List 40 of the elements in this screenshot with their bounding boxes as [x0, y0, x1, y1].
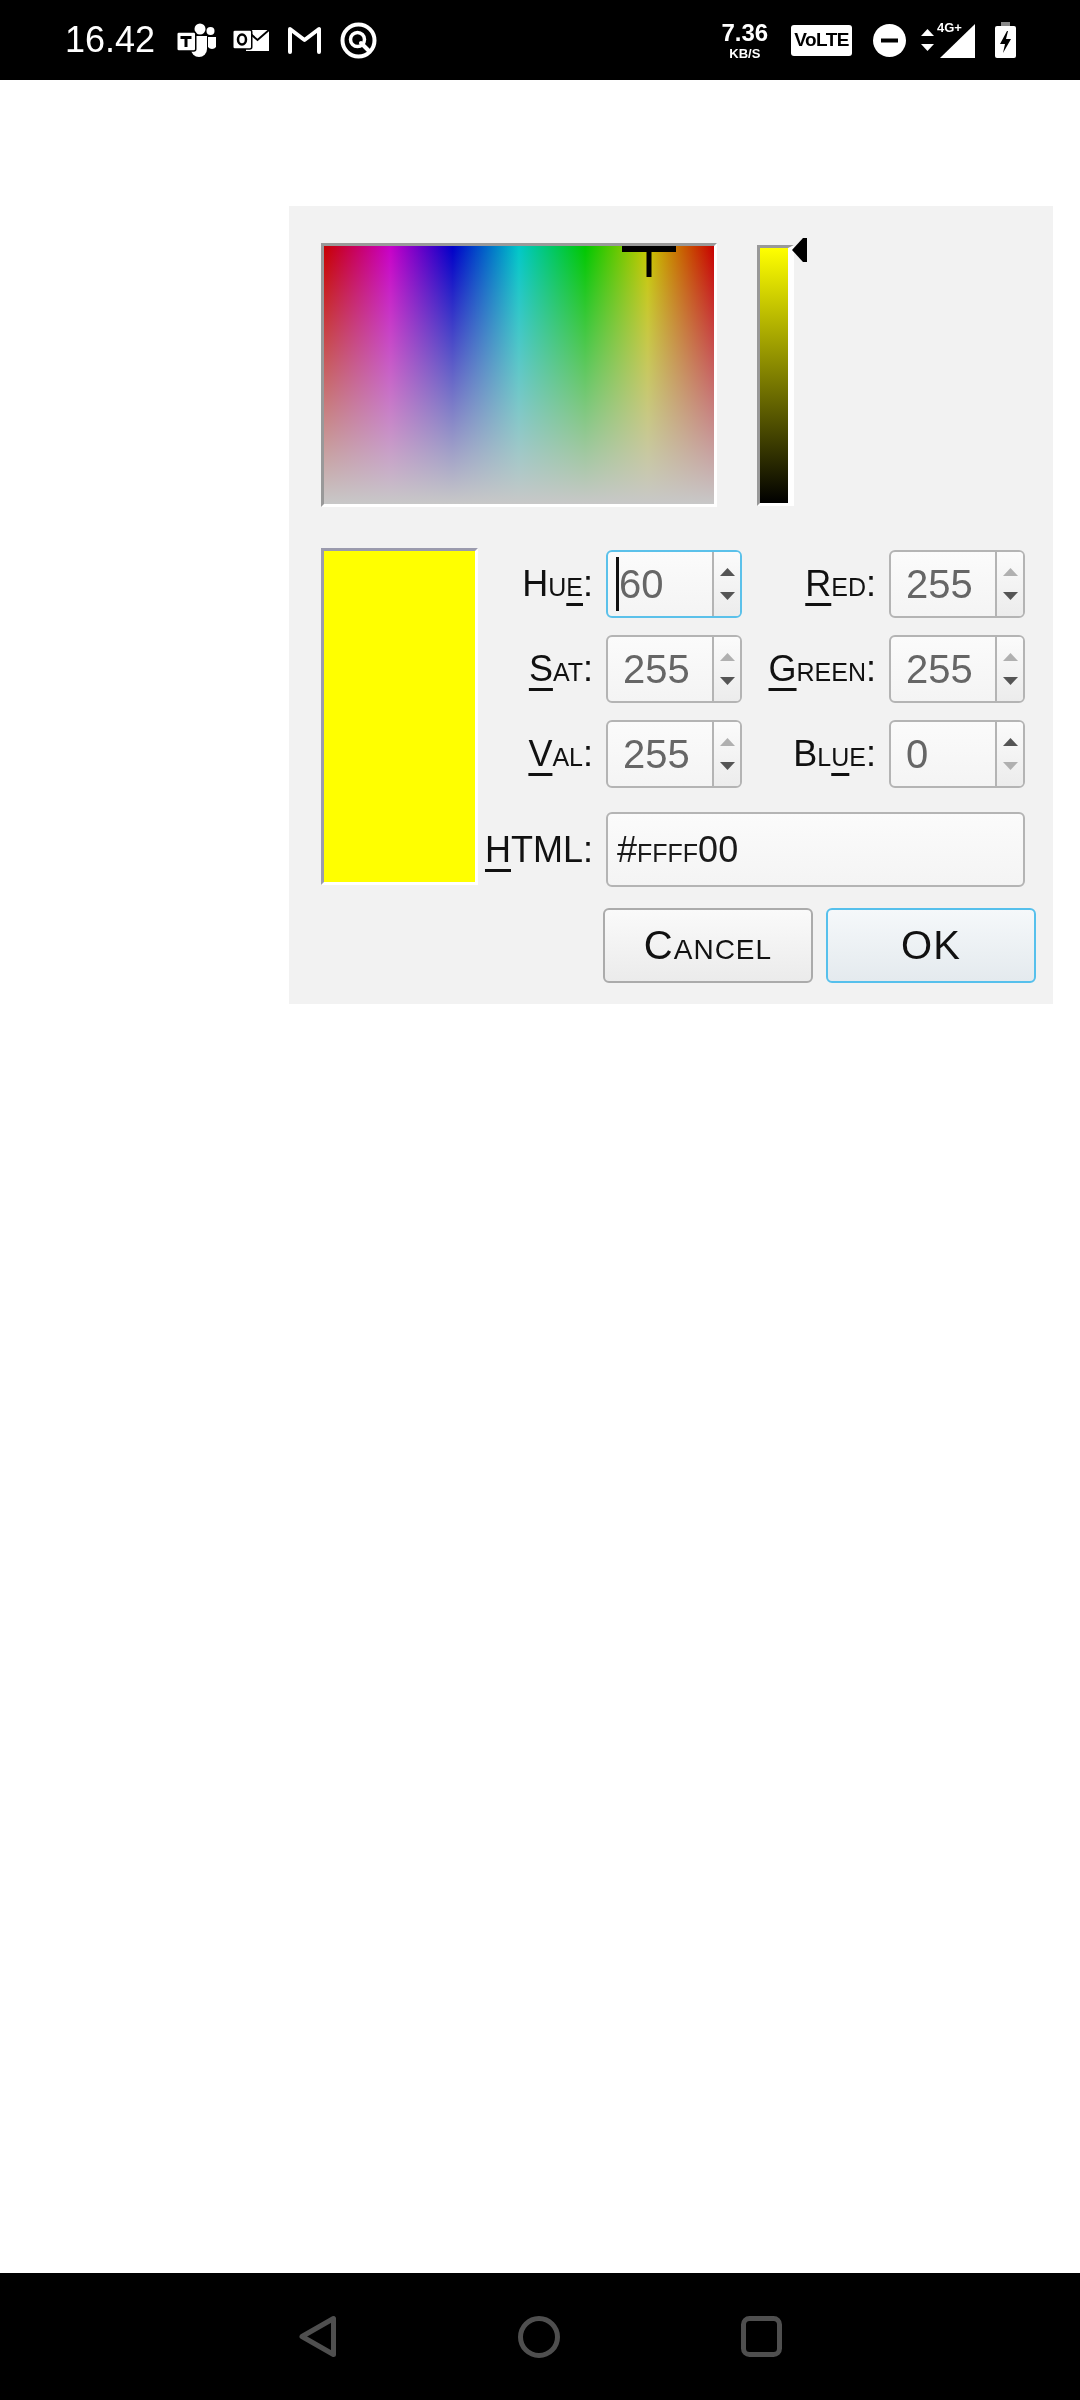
up-arrow-icon[interactable] — [719, 568, 735, 576]
dialog-button[interactable]: Cancel — [603, 908, 813, 983]
triangle-pointer-icon[interactable] — [792, 238, 807, 262]
crosshair-icon[interactable] — [622, 246, 676, 277]
field-label: Red: — [805, 562, 876, 606]
down-arrow-icon[interactable] — [719, 592, 735, 600]
number-field[interactable]: 60 — [606, 550, 742, 618]
network-speed-text: 7.36 — [721, 20, 769, 45]
up-down-arrows-icon — [921, 29, 934, 51]
circle-q-icon — [340, 21, 378, 59]
network-type-text: 4G+ — [937, 21, 962, 34]
clock-text: 16.42 — [65, 19, 156, 61]
text-field[interactable]: #ffff00 — [606, 812, 1025, 887]
team-chat-icon — [176, 22, 217, 58]
dialog-button[interactable]: OK — [826, 908, 1036, 983]
number-field[interactable]: 255 — [606, 720, 742, 788]
color-spectrum-field[interactable] — [321, 243, 717, 507]
minus-circle-icon — [873, 23, 906, 57]
speed-unit-text: KB/S — [729, 46, 761, 60]
m-envelope-icon — [287, 25, 323, 55]
number-field[interactable]: 255 — [889, 550, 1025, 618]
down-arrow-icon[interactable] — [1002, 592, 1018, 600]
number-field[interactable]: 0 — [889, 720, 1025, 788]
battery-charging-icon — [995, 22, 1016, 58]
recents-icon[interactable] — [741, 2316, 782, 2357]
field-label: Green: — [768, 647, 876, 691]
number-field[interactable]: 255 — [606, 635, 742, 703]
field-label: Sat: — [528, 647, 593, 691]
field-label: Val: — [528, 732, 593, 776]
field-label: Blue: — [793, 732, 876, 776]
volte-badge: VoLTE — [791, 24, 852, 56]
home-icon[interactable] — [518, 2315, 560, 2358]
number-field[interactable]: 255 — [889, 635, 1025, 703]
field-label: HTML: — [485, 827, 593, 872]
back-icon[interactable] — [298, 2315, 337, 2358]
field-label: Hue: — [522, 562, 593, 606]
down-arrow-icon[interactable] — [719, 762, 735, 770]
up-arrow-icon[interactable] — [1002, 738, 1018, 746]
down-arrow-icon[interactable] — [1002, 677, 1018, 685]
down-arrow-icon[interactable] — [719, 677, 735, 685]
